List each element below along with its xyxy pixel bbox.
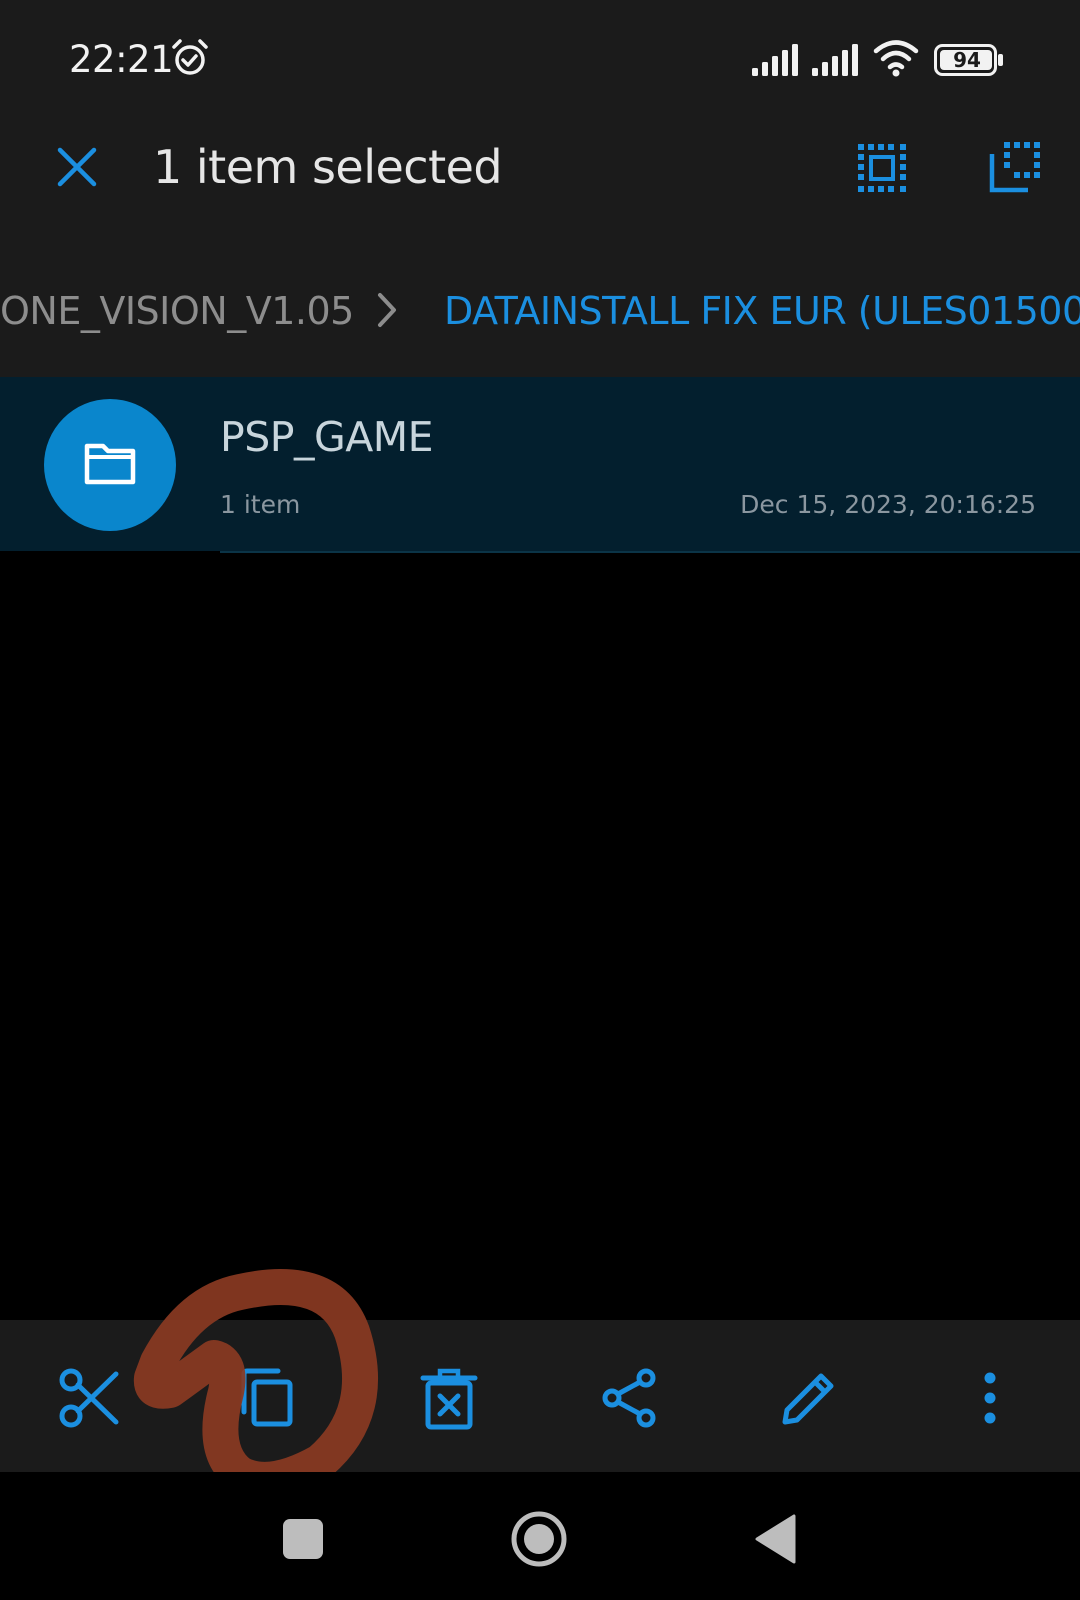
- chevron-right-icon: [378, 293, 396, 327]
- battery-level: 94: [953, 48, 981, 72]
- breadcrumb-parent[interactable]: ONE_VISION_V1.05: [0, 289, 354, 333]
- status-bar: 22:21 94: [0, 0, 1080, 118]
- copy-icon: [241, 1368, 293, 1427]
- delete-button[interactable]: [417, 1366, 481, 1430]
- row-divider: [220, 551, 1080, 553]
- close-icon[interactable]: [56, 146, 98, 188]
- folder-icon: [84, 443, 136, 485]
- signal-icon: [752, 44, 798, 76]
- share-icon: [602, 1368, 656, 1428]
- file-modified-date: Dec 15, 2023, 20:16:25: [740, 490, 1036, 519]
- file-name: PSP_GAME: [220, 413, 434, 461]
- folder-avatar: [44, 399, 176, 531]
- status-time: 22:21: [69, 38, 174, 81]
- select-range-icon[interactable]: [988, 140, 1042, 194]
- breadcrumb: ONE_VISION_V1.05 DATAINSTALL FIX EUR (UL…: [0, 238, 1080, 377]
- delete-icon: [420, 1368, 478, 1430]
- signal-icon: [812, 44, 858, 76]
- more-options-button[interactable]: [958, 1366, 1022, 1430]
- file-list-item[interactable]: PSP_GAME 1 item Dec 15, 2023, 20:16:25: [0, 377, 1080, 553]
- rename-icon: [782, 1373, 834, 1425]
- rename-button[interactable]: [777, 1366, 841, 1430]
- file-manager-screen: 22:21 94 1 item selected ONE_VISION_V1.0…: [0, 0, 1080, 1600]
- selection-count-title: 1 item selected: [153, 140, 503, 194]
- more-icon: [984, 1372, 996, 1424]
- file-item-count: 1 item: [220, 490, 301, 519]
- cut-icon: [59, 1368, 119, 1428]
- select-all-icon[interactable]: [856, 142, 908, 194]
- alarm-icon: [172, 39, 208, 75]
- bottom-action-toolbar: [0, 1320, 1080, 1472]
- share-button[interactable]: [598, 1366, 662, 1430]
- back-icon[interactable]: [754, 1514, 798, 1564]
- system-nav-bar: [0, 1472, 1080, 1600]
- cut-button[interactable]: [58, 1366, 122, 1430]
- home-icon[interactable]: [510, 1510, 568, 1568]
- copy-button[interactable]: [236, 1366, 300, 1430]
- breadcrumb-current[interactable]: DATAINSTALL FIX EUR (ULES01500): [444, 289, 1080, 333]
- selection-action-bar: 1 item selected: [0, 118, 1080, 238]
- recents-icon[interactable]: [282, 1518, 324, 1560]
- wifi-icon: [873, 40, 919, 77]
